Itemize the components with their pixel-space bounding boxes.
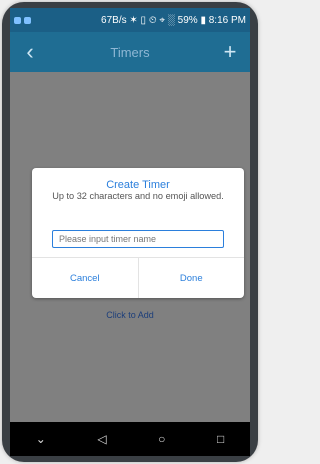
back-icon[interactable]: ◁	[97, 432, 106, 446]
timer-name-input[interactable]	[52, 230, 224, 248]
notification-icon	[24, 16, 31, 24]
chevron-down-icon[interactable]: ⌄	[36, 432, 46, 446]
screen: 67B/s ✶ ▯ ⏲ ⌖ ░ 59% ▮ 8:16 PM ‹ Timers +…	[10, 8, 250, 456]
app-bar: ‹ Timers +	[10, 32, 250, 72]
recents-icon[interactable]: □	[217, 432, 224, 446]
dialog-actions: Cancel Done	[32, 258, 244, 298]
dialog-message: Up to 32 characters and no emoji allowed…	[52, 191, 224, 201]
done-button[interactable]: Done	[139, 258, 245, 298]
dialog-title: Create Timer	[106, 179, 170, 191]
notification-icon	[14, 16, 21, 24]
phone-frame: 67B/s ✶ ▯ ⏲ ⌖ ░ 59% ▮ 8:16 PM ‹ Timers +…	[2, 2, 258, 462]
status-bar: 67B/s ✶ ▯ ⏲ ⌖ ░ 59% ▮ 8:16 PM	[10, 8, 250, 32]
status-text: 67B/s ✶ ▯ ⏲ ⌖ ░ 59% ▮ 8:16 PM	[101, 14, 246, 26]
click-to-add-link[interactable]: Click to Add	[10, 310, 250, 320]
back-arrow-icon[interactable]: ‹	[16, 38, 44, 66]
notification-icons	[14, 16, 74, 24]
plus-icon[interactable]: +	[216, 38, 244, 66]
page-title: Timers	[110, 44, 150, 60]
home-icon[interactable]: ○	[158, 432, 165, 446]
create-timer-dialog: Create Timer Up to 32 characters and no …	[32, 168, 244, 298]
cancel-button[interactable]: Cancel	[32, 258, 138, 298]
navigation-bar: ⌄ ◁ ○ □	[10, 422, 250, 456]
